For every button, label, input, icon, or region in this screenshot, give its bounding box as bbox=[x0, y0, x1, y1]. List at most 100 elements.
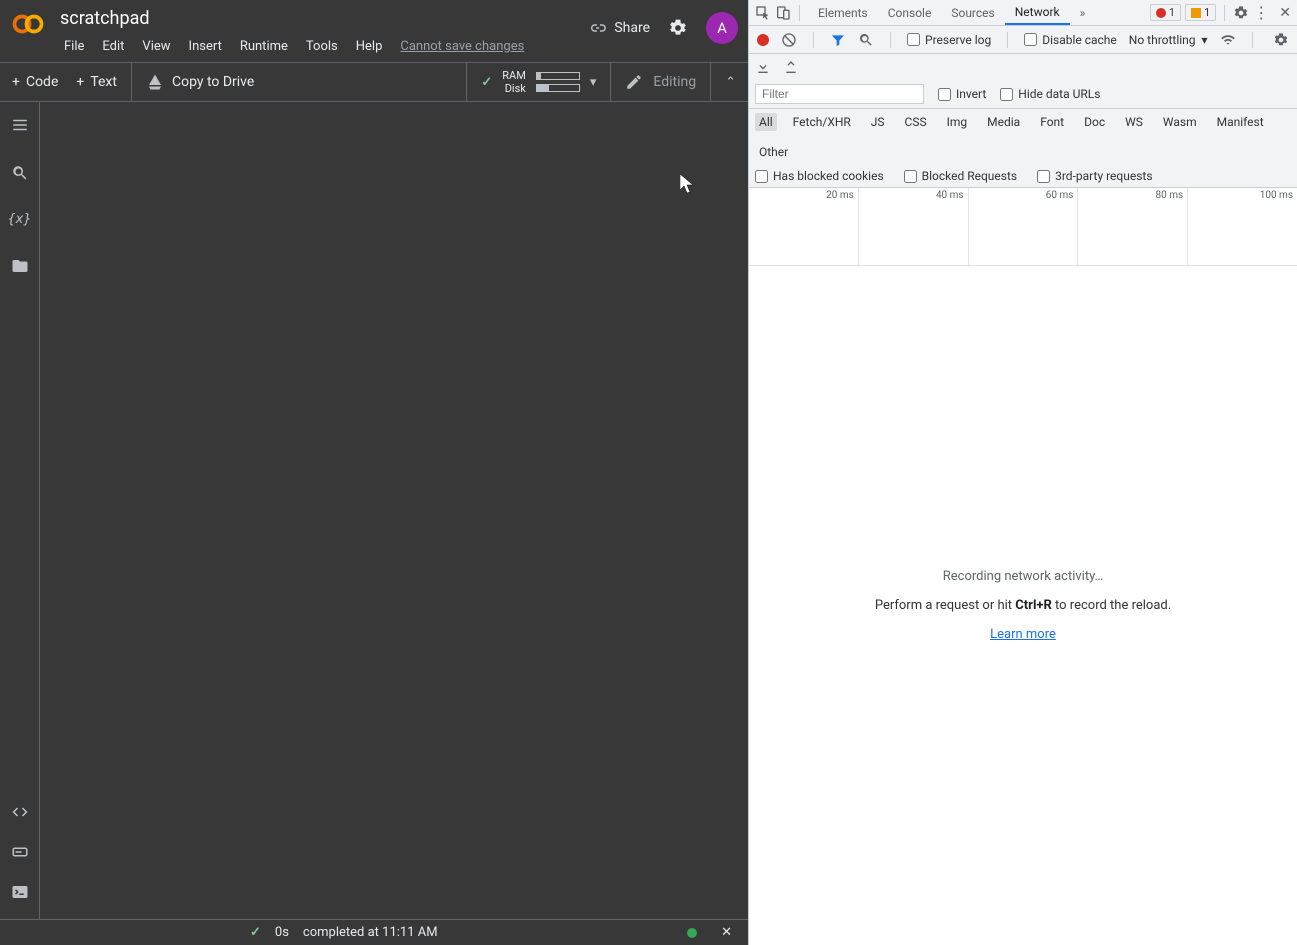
record-button[interactable] bbox=[757, 34, 769, 46]
menu-help[interactable]: Help bbox=[348, 35, 391, 58]
plus-icon: + bbox=[12, 74, 20, 90]
terminal-icon[interactable] bbox=[11, 883, 29, 901]
preserve-log-checkbox[interactable]: Preserve log bbox=[907, 33, 991, 47]
devtools-settings-icon[interactable] bbox=[1233, 5, 1249, 21]
waterfall-timeline[interactable]: 20 ms 40 ms 60 ms 80 ms 100 ms bbox=[749, 188, 1297, 266]
timeline-tick: 100 ms bbox=[1260, 190, 1293, 201]
code-snippets-icon[interactable] bbox=[11, 803, 29, 821]
disk-label: Disk bbox=[502, 82, 526, 95]
type-font[interactable]: Font bbox=[1036, 113, 1068, 131]
network-conditions-icon[interactable] bbox=[1220, 32, 1236, 48]
menu-edit[interactable]: Edit bbox=[94, 35, 132, 58]
timeline-tick: 40 ms bbox=[936, 190, 964, 201]
type-img[interactable]: Img bbox=[943, 113, 972, 131]
variables-icon[interactable]: {x} bbox=[8, 212, 31, 227]
menu-insert[interactable]: Insert bbox=[181, 35, 230, 58]
more-tabs-button[interactable]: » bbox=[1070, 0, 1096, 25]
search-icon[interactable] bbox=[11, 164, 29, 182]
type-all[interactable]: All bbox=[755, 113, 777, 131]
settings-icon[interactable] bbox=[668, 18, 688, 38]
colab-logo-icon[interactable] bbox=[10, 6, 46, 42]
add-code-button[interactable]: + Code bbox=[12, 74, 58, 90]
type-media[interactable]: Media bbox=[983, 113, 1024, 131]
add-text-button[interactable]: + Text bbox=[76, 74, 117, 90]
throttling-select[interactable]: No throttling▾ bbox=[1129, 33, 1208, 47]
ram-label: RAM bbox=[502, 69, 526, 82]
menu-view[interactable]: View bbox=[134, 35, 178, 58]
plus-icon: + bbox=[76, 74, 84, 90]
resources-button[interactable]: ✓ RAM Disk ▾ bbox=[466, 63, 610, 101]
cannot-save-label[interactable]: Cannot save changes bbox=[392, 35, 532, 58]
pencil-icon bbox=[625, 73, 643, 91]
menu-file[interactable]: File bbox=[56, 35, 92, 58]
toc-icon[interactable] bbox=[11, 116, 29, 134]
notebook-title[interactable]: scratchpad bbox=[56, 6, 588, 31]
collapse-header-button[interactable]: ⌃ bbox=[710, 63, 736, 101]
menu-bar: File Edit View Insert Runtime Tools Help… bbox=[56, 35, 588, 58]
export-har-icon[interactable] bbox=[783, 59, 799, 75]
mouse-cursor-icon bbox=[680, 174, 694, 192]
type-ws[interactable]: WS bbox=[1121, 113, 1147, 131]
kernel-status-dot[interactable] bbox=[687, 928, 697, 938]
type-js[interactable]: JS bbox=[867, 113, 889, 131]
type-manifest[interactable]: Manifest bbox=[1213, 113, 1268, 131]
blocked-cookies-checkbox[interactable]: Has blocked cookies bbox=[755, 169, 884, 183]
filter-icon[interactable] bbox=[830, 32, 846, 48]
tab-network[interactable]: Network bbox=[1005, 0, 1070, 25]
type-other[interactable]: Other bbox=[755, 143, 792, 161]
third-party-checkbox[interactable]: 3rd-party requests bbox=[1037, 169, 1152, 183]
error-count-badge[interactable]: 1 bbox=[1150, 4, 1181, 21]
command-palette-icon[interactable] bbox=[11, 843, 29, 861]
import-har-icon[interactable] bbox=[755, 59, 771, 75]
chevron-up-icon: ⌃ bbox=[725, 75, 736, 90]
files-icon[interactable] bbox=[11, 257, 29, 275]
network-settings-icon[interactable] bbox=[1273, 32, 1289, 48]
exec-time: 0s bbox=[275, 925, 289, 940]
editing-mode-button[interactable]: Editing bbox=[610, 63, 710, 101]
type-doc[interactable]: Doc bbox=[1080, 113, 1109, 131]
filter-row: Invert Hide data URLs bbox=[749, 80, 1297, 109]
disable-cache-checkbox[interactable]: Disable cache bbox=[1024, 33, 1117, 47]
devtools-menu-button[interactable]: ⋮ bbox=[1253, 3, 1269, 22]
copy-to-drive-button[interactable]: Copy to Drive bbox=[132, 73, 254, 91]
colab-pane: scratchpad File Edit View Insert Runtime… bbox=[0, 0, 748, 945]
left-sidebar: {x} bbox=[0, 102, 40, 919]
devtools-close-button[interactable]: ✕ bbox=[1279, 5, 1291, 21]
request-type-filter: All Fetch/XHR JS CSS Img Media Font Doc … bbox=[749, 109, 1297, 165]
ram-bar bbox=[536, 72, 580, 80]
colab-toolbar: + Code + Text Copy to Drive ✓ RAM Disk ▾ bbox=[0, 62, 748, 102]
close-status-button[interactable]: ✕ bbox=[721, 925, 732, 940]
learn-more-link[interactable]: Learn more bbox=[990, 627, 1056, 642]
colab-header: scratchpad File Edit View Insert Runtime… bbox=[0, 0, 748, 62]
search-icon[interactable] bbox=[858, 32, 874, 48]
invert-checkbox[interactable]: Invert bbox=[938, 87, 986, 101]
link-icon bbox=[588, 19, 606, 37]
type-fetch[interactable]: Fetch/XHR bbox=[789, 113, 855, 131]
tab-elements[interactable]: Elements bbox=[808, 0, 878, 25]
caret-down-icon[interactable]: ▾ bbox=[590, 75, 597, 90]
timeline-tick: 20 ms bbox=[826, 190, 854, 201]
hide-data-urls-checkbox[interactable]: Hide data URLs bbox=[1000, 87, 1100, 101]
type-css[interactable]: CSS bbox=[901, 113, 931, 131]
menu-tools[interactable]: Tools bbox=[298, 35, 346, 58]
share-label: Share bbox=[614, 20, 650, 36]
blocked-requests-checkbox[interactable]: Blocked Requests bbox=[904, 169, 1017, 183]
warning-count-badge[interactable]: 1 bbox=[1185, 4, 1216, 21]
network-toolbar: Preserve log Disable cache No throttling… bbox=[749, 26, 1297, 54]
hint-text: Perform a request or hit Ctrl+R to recor… bbox=[875, 598, 1171, 613]
devtools-top-bar: Elements Console Sources Network » 1 1 ⋮… bbox=[749, 0, 1297, 26]
tab-sources[interactable]: Sources bbox=[941, 0, 1004, 25]
network-empty-state: Recording network activity… Perform a re… bbox=[749, 266, 1297, 945]
notebook-canvas[interactable] bbox=[40, 102, 748, 919]
user-avatar[interactable]: A bbox=[706, 12, 738, 44]
tab-console[interactable]: Console bbox=[878, 0, 942, 25]
timeline-tick: 60 ms bbox=[1046, 190, 1074, 201]
share-button[interactable]: Share bbox=[588, 19, 650, 37]
inspect-icon[interactable] bbox=[755, 5, 771, 21]
menu-runtime[interactable]: Runtime bbox=[232, 35, 296, 58]
device-toggle-icon[interactable] bbox=[775, 5, 791, 21]
devtools-pane: Elements Console Sources Network » 1 1 ⋮… bbox=[748, 0, 1297, 945]
filter-input[interactable] bbox=[755, 84, 924, 104]
type-wasm[interactable]: Wasm bbox=[1159, 113, 1201, 131]
clear-icon[interactable] bbox=[781, 32, 797, 48]
